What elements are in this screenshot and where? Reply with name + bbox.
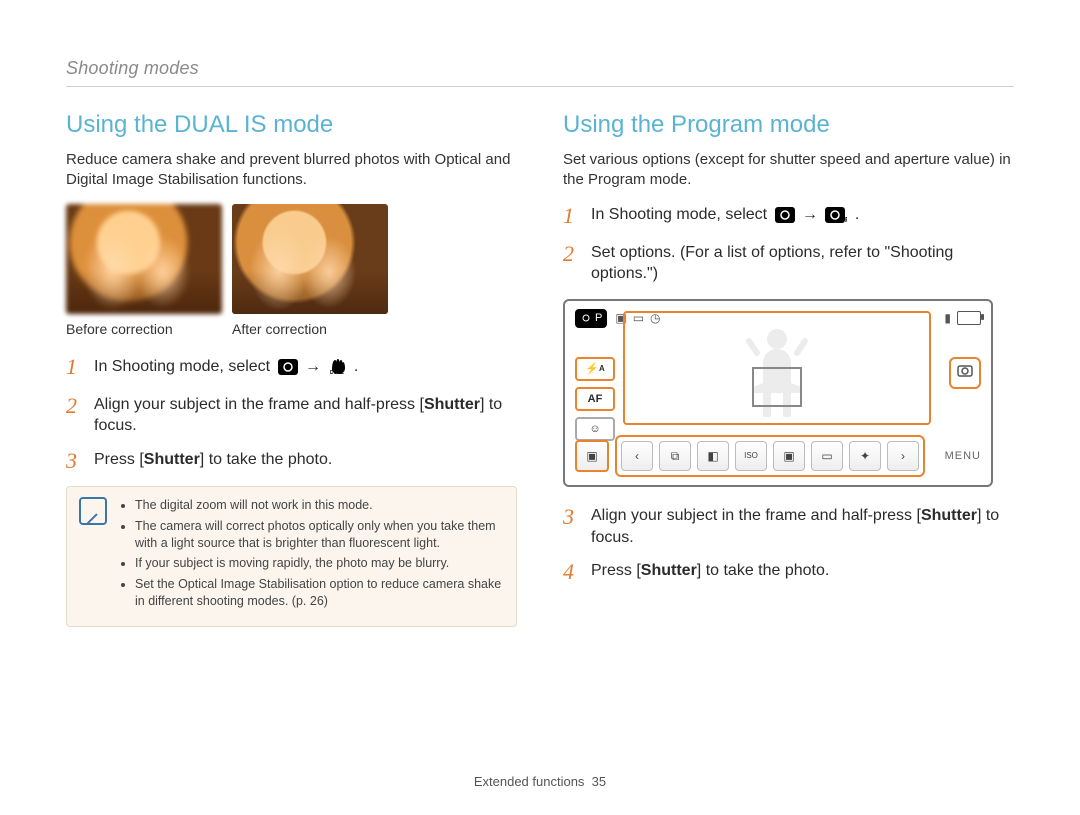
dual-is-title: Using the DUAL IS mode <box>66 109 517 141</box>
photo-before <box>66 204 222 314</box>
screen-left-buttons: ⚡A AF ☺ <box>575 357 615 441</box>
prev-button[interactable]: ‹ <box>621 441 653 471</box>
caption-before: Before correction <box>66 320 222 339</box>
dual-is-lead: Reduce camera shake and prevent blurred … <box>66 150 517 191</box>
step-text: Align your subject in the frame and half… <box>94 394 517 437</box>
camera-icon <box>957 363 973 383</box>
screen-bottom-bar: ▣ ‹ ⧉ ◧ ISO ▣ ▭ ✦ › MENU <box>575 435 981 477</box>
two-column-layout: Using the DUAL IS mode Reduce camera sha… <box>66 109 1014 627</box>
page-footer: Extended functions 35 <box>0 773 1080 791</box>
section-header: Shooting modes <box>66 56 1014 87</box>
step-number: 1 <box>563 204 581 230</box>
tip-box: The digital zoom will not work in this m… <box>66 486 517 627</box>
battery-icon <box>957 311 981 325</box>
arrow-icon: → <box>802 206 818 223</box>
dual-is-steps: 1 In Shooting mode, select → DUAL . 2 Al… <box>66 355 517 472</box>
step-text: Align your subject in the frame and half… <box>591 505 1014 548</box>
screen-top-right: ▮ <box>944 310 981 326</box>
next-button[interactable]: › <box>887 441 919 471</box>
playback-icon: ▣ <box>586 448 597 464</box>
step-number: 1 <box>66 355 84 382</box>
iso-button[interactable]: ISO <box>735 441 767 471</box>
viewfinder-frame <box>623 311 931 425</box>
program-steps: 1 In Shooting mode, select → P . 2 Set o… <box>563 204 1014 285</box>
focus-box <box>752 367 802 407</box>
step-text: Press [Shutter] to take the photo. <box>94 449 517 472</box>
exposure-icon: ⧉ <box>671 448 680 464</box>
metering-icon: ▣ <box>783 448 794 464</box>
flash-icon: ⚡ <box>585 362 599 377</box>
caption-after: After correction <box>232 320 388 339</box>
step-number: 2 <box>66 394 84 437</box>
svg-text:DUAL: DUAL <box>331 370 345 375</box>
program-lead: Set various options (except for shutter … <box>563 150 1014 191</box>
menu-label[interactable]: MENU <box>945 449 981 464</box>
camera-p-icon: P <box>825 207 847 230</box>
step-text: Set options. (For a list of options, ref… <box>591 242 1014 285</box>
drive-button[interactable]: ▭ <box>811 441 843 471</box>
step-number: 4 <box>563 560 581 583</box>
effect-icon: ✦ <box>860 448 870 464</box>
tip-list: The digital zoom will not work in this m… <box>119 497 504 614</box>
tip-item: Set the Optical Image Stabilisation opti… <box>135 576 504 610</box>
storage-icon: ▮ <box>944 310 951 326</box>
mode-indicator: P <box>575 309 607 328</box>
right-side-button[interactable] <box>949 357 981 389</box>
program-steps-cont: 3 Align your subject in the frame and ha… <box>563 505 1014 583</box>
step-number: 3 <box>563 505 581 548</box>
af-button[interactable]: AF <box>575 387 615 411</box>
metering-button[interactable]: ▣ <box>773 441 805 471</box>
svg-text:P: P <box>845 217 847 223</box>
effect-button[interactable]: ✦ <box>849 441 881 471</box>
step-number: 2 <box>563 242 581 285</box>
footer-label: Extended functions <box>474 774 585 789</box>
wb-icon: ◧ <box>707 448 718 464</box>
playback-button[interactable]: ▣ <box>575 440 609 472</box>
drive-icon: ▭ <box>821 448 832 464</box>
chevron-right-icon: › <box>901 448 905 464</box>
right-column: Using the Program mode Set various optio… <box>563 109 1014 627</box>
iso-icon: ISO <box>744 451 758 462</box>
program-title: Using the Program mode <box>563 109 1014 141</box>
camera-icon <box>775 207 795 230</box>
wb-button[interactable]: ◧ <box>697 441 729 471</box>
tip-item: If your subject is moving rapidly, the p… <box>135 555 504 572</box>
bottom-button-group: ‹ ⧉ ◧ ISO ▣ ▭ ✦ › <box>615 435 925 477</box>
tip-item: The camera will correct photos optically… <box>135 518 504 552</box>
camera-screen: P ▣ ▭ ◷ ▮ <box>563 299 993 487</box>
step-number: 3 <box>66 449 84 472</box>
camera-icon <box>278 359 298 382</box>
tip-item: The digital zoom will not work in this m… <box>135 497 504 514</box>
page-number: 35 <box>592 774 606 789</box>
ev-button[interactable]: ⧉ <box>659 441 691 471</box>
image-captions: Before correction After correction <box>66 320 517 339</box>
step-text: In Shooting mode, select → P . <box>591 204 1014 230</box>
dual-is-hand-icon: DUAL <box>328 355 346 382</box>
arrow-icon: → <box>305 358 321 375</box>
photo-after <box>232 204 388 314</box>
note-icon <box>79 497 107 525</box>
step-text: Press [Shutter] to take the photo. <box>591 560 1014 583</box>
chevron-left-icon: ‹ <box>635 448 639 464</box>
left-column: Using the DUAL IS mode Reduce camera sha… <box>66 109 517 627</box>
flash-button[interactable]: ⚡A <box>575 357 615 381</box>
example-images <box>66 204 517 314</box>
step-text: In Shooting mode, select → DUAL . <box>94 355 517 382</box>
